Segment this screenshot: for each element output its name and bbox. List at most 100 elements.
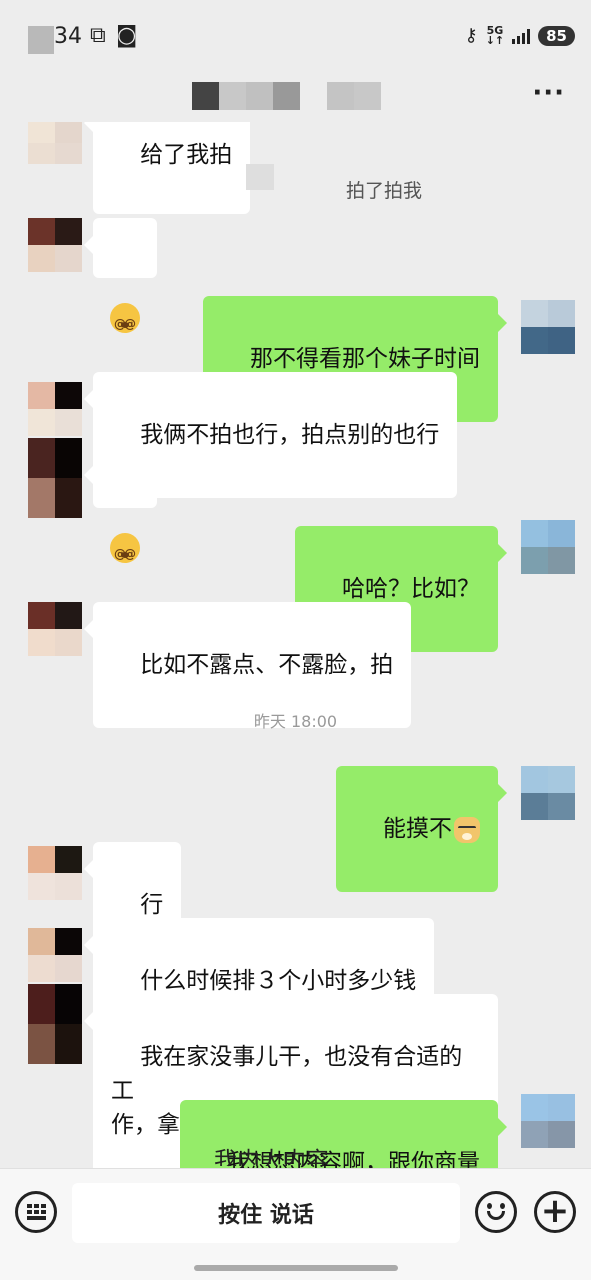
avatar-pixel: [28, 438, 55, 478]
message-bubble-incoming[interactable]: [84, 448, 157, 571]
title-blur-block: [327, 82, 354, 110]
more-functions-button[interactable]: +: [534, 1191, 576, 1233]
avatar-pixel: [28, 955, 55, 982]
avatar-self[interactable]: [521, 766, 575, 820]
avatar-pixel: [521, 793, 548, 820]
emoji-button[interactable]: [475, 1191, 517, 1233]
avatar-pixel: [28, 218, 55, 245]
title-blur-block: [300, 82, 327, 110]
avatar-self[interactable]: [521, 520, 575, 574]
message-text: 我俩不拍也行，拍点别的也行: [140, 422, 440, 448]
title-blur-block: [219, 82, 246, 110]
avatar-pixel: [521, 547, 548, 574]
avatar-pixel: [55, 602, 82, 629]
avatar-pixel: [55, 438, 82, 478]
avatar-pixel: [55, 928, 82, 955]
title-blur-block: [246, 82, 273, 110]
avatar-contact[interactable]: [28, 984, 82, 1064]
avatar-pixel: [55, 218, 82, 245]
avatar-pixel: [55, 409, 82, 436]
doge-emoji: [454, 816, 480, 843]
chat-area[interactable]: 给了我拍 拍了拍我 那不得看那个妹子时间 我俩不拍也行，拍点别的也行 哈哈？比如…: [0, 122, 591, 1168]
network-activity-label: ↓↑: [485, 33, 505, 47]
key-icon: ⚷: [464, 25, 478, 46]
avatar-pixel: [548, 1094, 575, 1121]
avatar-self[interactable]: [521, 300, 575, 354]
avatar-pixel: [28, 846, 55, 873]
battery-level: 85: [538, 25, 575, 46]
message-text: 哈哈？比如？: [342, 576, 480, 602]
avatar-pixel: [28, 602, 55, 629]
avatar-pixel: [28, 1024, 55, 1064]
avatar-pixel: [548, 520, 575, 547]
keyboard-icon: [26, 1204, 46, 1220]
network-indicator: 5G ↓↑: [485, 25, 505, 47]
avatar-pixel: [55, 382, 82, 409]
avatar-self[interactable]: [521, 1094, 575, 1148]
hold-to-talk-button[interactable]: 按住 说话: [72, 1183, 460, 1243]
home-indicator[interactable]: [194, 1265, 398, 1271]
keyboard-toggle-button[interactable]: [15, 1191, 57, 1233]
message-bubble-partial[interactable]: 给了我拍: [83, 122, 251, 214]
avatar-pixel: [521, 520, 548, 547]
title-blur-block: [354, 82, 381, 110]
avatar-pixel: [521, 766, 548, 793]
message-text: 能摸不: [383, 816, 452, 842]
time-separator: 昨天 18:00: [253, 712, 338, 731]
title-blur-block: [192, 82, 219, 110]
status-time-mask: [28, 26, 54, 54]
avatar-contact[interactable]: [28, 846, 82, 900]
avatar-pixel: [548, 300, 575, 327]
avatar-contact[interactable]: [28, 438, 82, 518]
avatar-partial[interactable]: [28, 122, 82, 164]
pat-notification: [246, 164, 274, 190]
message-bubble-outgoing[interactable]: 能摸不: [335, 766, 508, 892]
avatar-contact[interactable]: [28, 602, 82, 656]
status-right-group: ⚷ 5G ↓↑ 85: [464, 25, 575, 47]
avatar-pixel: [548, 793, 575, 820]
plus-icon: +: [540, 1191, 570, 1231]
avatar-pixel: [55, 629, 82, 656]
status-bar: 34 ⧉ ◙ ⚷ 5G ↓↑ 85: [0, 0, 591, 72]
avatar-pixel: [55, 478, 82, 518]
avatar-contact[interactable]: [28, 218, 82, 272]
avatar-pixel: [55, 955, 82, 982]
chat-title-blurred: [192, 82, 381, 110]
avatar-pixel: [55, 984, 82, 1024]
avatar-pixel: [28, 478, 55, 518]
title-blur-block: [273, 82, 300, 110]
avatar-pixel: [521, 300, 548, 327]
avatar-contact[interactable]: [28, 928, 82, 982]
pat-notification-text: 拍了拍我: [346, 180, 423, 202]
signal-icon: [512, 28, 531, 44]
chat-header: ···: [0, 72, 591, 122]
avatar-pixel: [28, 873, 55, 900]
avatar-pixel: [521, 1094, 548, 1121]
battery-saver-icon: ◙: [116, 23, 138, 48]
avatar-pixel: [55, 846, 82, 873]
message-bubble-incoming[interactable]: [84, 218, 157, 341]
avatar-pixel: [548, 1121, 575, 1148]
status-time: 34: [54, 24, 82, 49]
smile-icon: [478, 1194, 514, 1230]
avatar-pixel: [28, 382, 55, 409]
overlay-partial-text: 我内大内容: [214, 1148, 329, 1166]
avatar-pixel: [55, 873, 82, 900]
avatar-pixel: [28, 928, 55, 955]
message-text: 什么时候排３个小时多少钱: [140, 968, 417, 994]
message-text: 那不得看那个妹子时间: [250, 346, 480, 372]
avatar-pixel: [548, 766, 575, 793]
dizzy-face-emoji: [110, 302, 140, 341]
avatar-contact[interactable]: [28, 382, 82, 436]
avatar-pixel: [28, 984, 55, 1024]
more-options-button[interactable]: ···: [532, 78, 565, 108]
avatar-pixel: [55, 1024, 82, 1064]
avatar-pixel: [521, 327, 548, 354]
message-text: 行: [140, 892, 164, 918]
dizzy-face-emoji: [110, 532, 140, 571]
avatar-pixel: [55, 245, 82, 272]
message-text: 比如不露点、不露脸，拍: [140, 652, 394, 678]
screenshot-icon: ⧉: [90, 23, 106, 48]
input-bar: 按住 说话 +: [0, 1168, 591, 1280]
avatar-pixel: [521, 1121, 548, 1148]
